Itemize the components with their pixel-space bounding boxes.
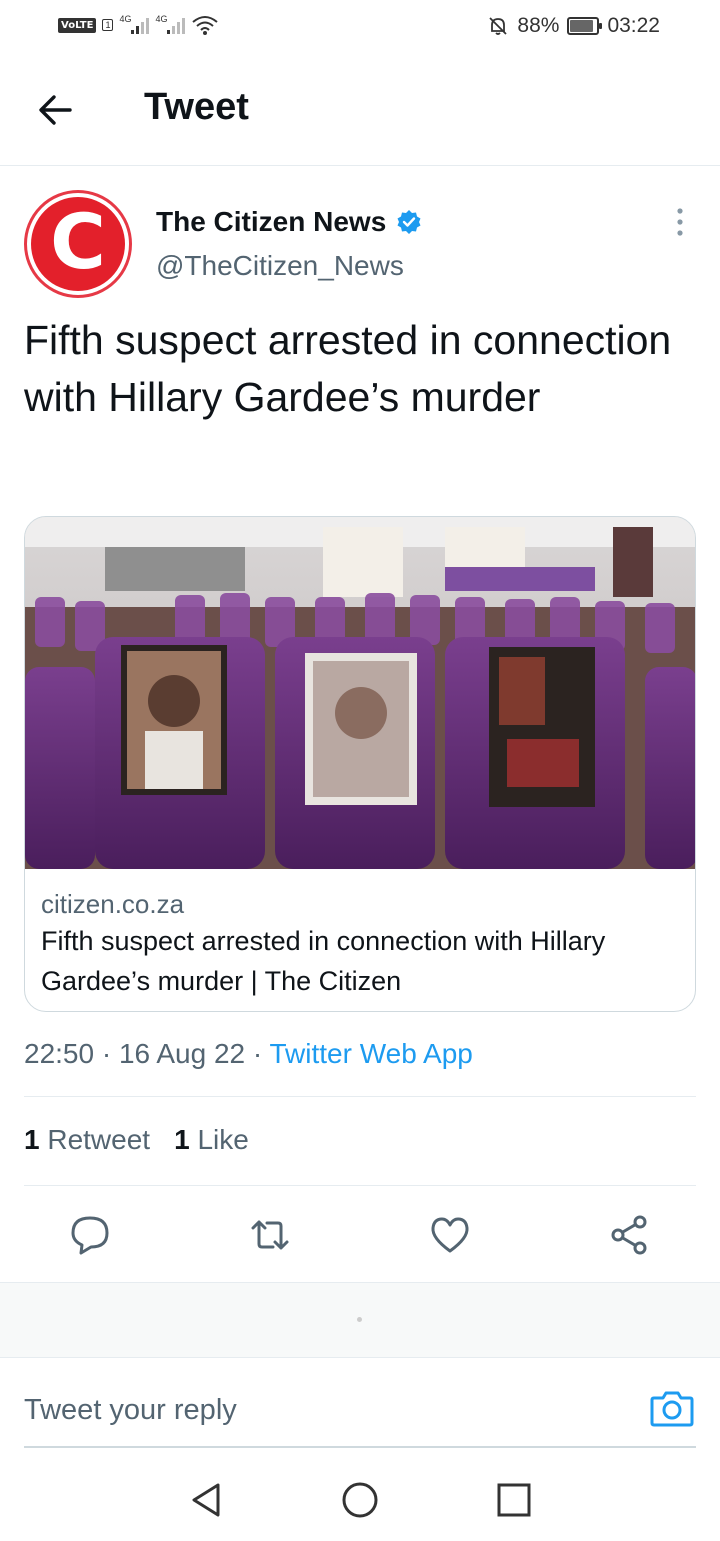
tweet-date: 16 Aug 22 xyxy=(118,1038,246,1069)
network-type-2: 4G xyxy=(155,14,168,24)
citizen-logo: C xyxy=(31,197,125,291)
portrait-frame-3 xyxy=(489,647,595,807)
nav-home-icon[interactable] xyxy=(340,1480,380,1520)
separator-dot: · xyxy=(252,1038,270,1069)
divider xyxy=(24,1096,696,1097)
signal-icon: 4G xyxy=(119,14,150,34)
reply-input[interactable]: Tweet your reply xyxy=(24,1394,237,1427)
retweet-icon[interactable] xyxy=(249,1214,291,1256)
card-domain: citizen.co.za xyxy=(41,889,185,919)
retweets-stat[interactable]: 1 Retweet xyxy=(24,1124,150,1156)
nav-recents-icon[interactable] xyxy=(494,1480,534,1520)
retweet-label: Retweet xyxy=(47,1124,151,1155)
likes-stat[interactable]: 1 Like xyxy=(174,1124,249,1156)
tweet-source-link[interactable]: Twitter Web App xyxy=(269,1038,472,1069)
tweet-stats: 1 Retweet 1 Like xyxy=(24,1124,249,1156)
nav-back-icon[interactable] xyxy=(186,1480,226,1520)
tweet-meta: 22:50 · 16 Aug 22 · Twitter Web App xyxy=(24,1038,473,1070)
like-heart-icon[interactable] xyxy=(429,1214,471,1256)
author-name[interactable]: The Citizen News xyxy=(156,206,422,238)
system-nav-bar xyxy=(0,1460,720,1541)
more-options-icon[interactable] xyxy=(672,206,688,238)
bell-muted-icon xyxy=(489,17,508,35)
divider xyxy=(24,1185,696,1186)
sim-indicator: 1 xyxy=(102,19,114,31)
portrait-frame-2 xyxy=(305,653,417,805)
link-card[interactable]: citizen.co.za Fifth suspect arrested in … xyxy=(24,516,696,1012)
status-bar: VoLTE 1 4G 4G 88% 03:22 xyxy=(0,0,720,56)
avatar[interactable]: C xyxy=(24,190,132,298)
network-type-1: 4G xyxy=(119,14,132,24)
reply-bar: Tweet your reply xyxy=(0,1358,720,1448)
like-count: 1 xyxy=(174,1124,190,1155)
retweet-count: 1 xyxy=(24,1124,40,1155)
loading-dot xyxy=(357,1317,362,1322)
tweet-text: Fifth suspect arrested in connection wit… xyxy=(24,317,672,420)
status-left: VoLTE 1 4G 4G xyxy=(58,14,219,36)
volte-badge: VoLTE xyxy=(58,17,97,33)
clock: 03:22 xyxy=(607,14,660,37)
reply-icon[interactable] xyxy=(69,1214,111,1256)
tweet-actions xyxy=(0,1206,720,1262)
battery-icon xyxy=(567,17,603,35)
separator-dot: · xyxy=(101,1038,119,1069)
card-title: Fifth suspect arrested in connection wit… xyxy=(41,926,606,996)
author-handle[interactable]: @TheCitizen_News xyxy=(156,250,404,282)
like-label: Like xyxy=(197,1124,249,1155)
tweet-time: 22:50 xyxy=(24,1038,95,1069)
signal-icon-2: 4G xyxy=(155,14,186,34)
battery-percent: 88% xyxy=(517,14,560,37)
card-image xyxy=(25,517,695,869)
top-app-bar: Tweet xyxy=(0,56,720,166)
author-name-text: The Citizen News xyxy=(156,206,387,237)
verified-badge-icon xyxy=(397,210,421,234)
wifi-icon xyxy=(192,16,219,35)
status-right: 88% 03:22 xyxy=(487,14,660,38)
reply-underline xyxy=(24,1446,696,1448)
share-icon[interactable] xyxy=(609,1214,651,1256)
page-title: Tweet xyxy=(144,86,249,128)
portrait-frame-1 xyxy=(121,645,227,795)
back-arrow-icon[interactable] xyxy=(36,90,76,130)
camera-icon[interactable] xyxy=(650,1388,694,1428)
section-gap xyxy=(0,1282,720,1358)
